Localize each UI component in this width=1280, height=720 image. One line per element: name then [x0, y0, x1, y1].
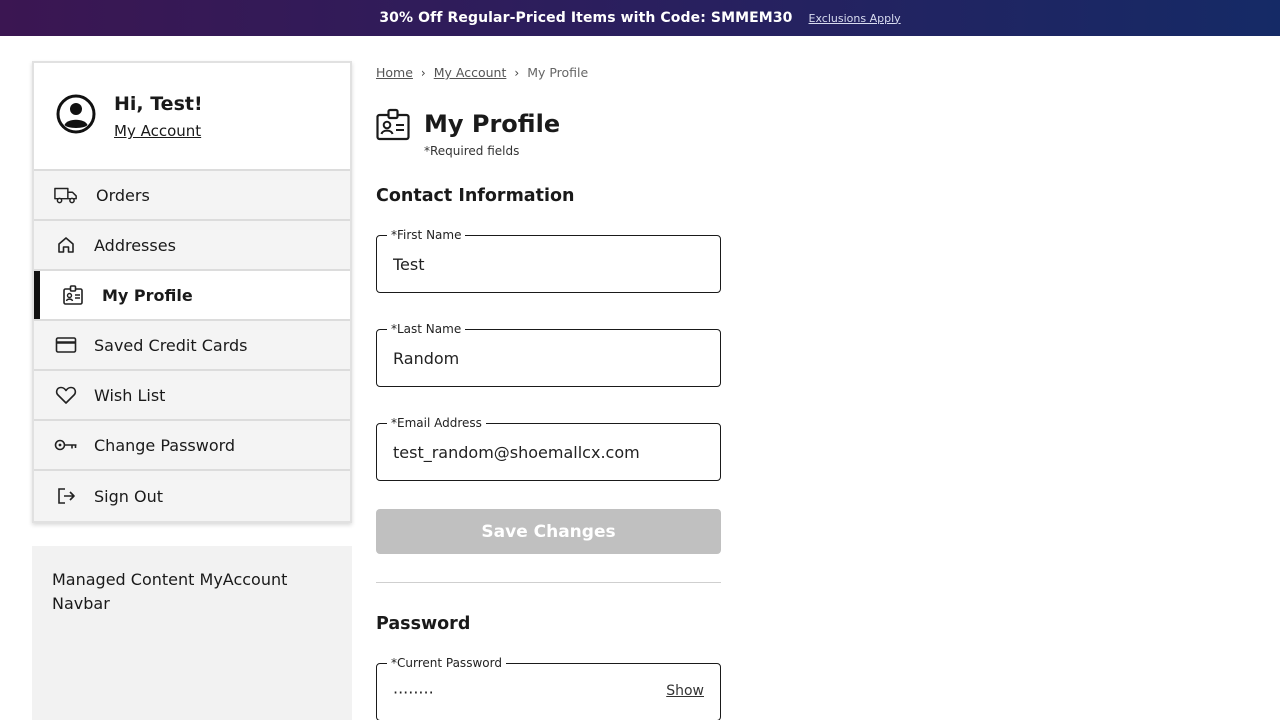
- sidebar-item-sign-out[interactable]: Sign Out: [34, 471, 350, 521]
- sidebar-item-wish-list[interactable]: Wish List: [34, 371, 350, 421]
- my-account-link[interactable]: My Account: [114, 122, 201, 140]
- sign-out-icon: [54, 484, 78, 508]
- home-icon: [54, 233, 78, 257]
- greeting-panel: Hi, Test! My Account: [34, 63, 350, 171]
- chevron-right-icon: ›: [514, 65, 520, 80]
- sidebar-item-orders[interactable]: Orders: [34, 171, 350, 221]
- user-avatar-icon: [56, 94, 96, 134]
- contact-information-heading: Contact Information: [376, 186, 575, 206]
- sidebar-item-change-password[interactable]: Change Password: [34, 421, 350, 471]
- sidebar-item-saved-credit-cards[interactable]: Saved Credit Cards: [34, 321, 350, 371]
- sidebar-item-label: Change Password: [94, 435, 236, 455]
- page-title: My Profile: [424, 110, 561, 138]
- section-divider: [376, 582, 721, 583]
- sidebar-item-label: Wish List: [94, 385, 166, 405]
- sidebar-item-label: Sign Out: [94, 486, 163, 506]
- account-sidebar: Hi, Test! My Account Orders Addresses My…: [32, 61, 352, 523]
- current-password-field: *Current Password Show: [376, 656, 721, 720]
- sidebar-item-label: Addresses: [94, 235, 176, 255]
- breadcrumb-home-link[interactable]: Home: [376, 65, 413, 80]
- last-name-field: *Last Name: [376, 322, 721, 387]
- promo-text: 30% Off Regular-Priced Items with Code: …: [379, 10, 793, 26]
- current-password-input[interactable]: [393, 664, 643, 720]
- sidebar-item-addresses[interactable]: Addresses: [34, 221, 350, 271]
- first-name-field: *First Name: [376, 228, 721, 293]
- credit-card-icon: [54, 333, 78, 357]
- save-changes-button[interactable]: Save Changes: [376, 509, 721, 554]
- breadcrumb-current: My Profile: [527, 65, 589, 80]
- sidebar-item-label: Orders: [96, 185, 150, 205]
- show-password-link[interactable]: Show: [666, 683, 704, 699]
- breadcrumb: Home › My Account › My Profile: [376, 65, 588, 80]
- id-card-icon: [61, 283, 85, 307]
- breadcrumb-my-account-link[interactable]: My Account: [434, 65, 507, 80]
- managed-content-block: Managed Content MyAccount Navbar: [32, 546, 352, 720]
- email-input[interactable]: [393, 424, 693, 480]
- key-icon: [54, 433, 78, 457]
- last-name-input[interactable]: [393, 330, 693, 386]
- exclusions-link[interactable]: Exclusions Apply: [809, 12, 901, 25]
- sidebar-item-label: Saved Credit Cards: [94, 335, 248, 355]
- id-card-icon: [376, 108, 410, 141]
- sidebar-item-label: My Profile: [102, 285, 193, 305]
- promo-banner: 30% Off Regular-Priced Items with Code: …: [0, 0, 1280, 36]
- truck-icon: [54, 183, 78, 207]
- password-heading: Password: [376, 614, 471, 634]
- heart-icon: [54, 383, 78, 407]
- first-name-input[interactable]: [393, 236, 693, 292]
- sidebar-item-my-profile[interactable]: My Profile: [34, 271, 350, 321]
- greeting-text: Hi, Test!: [114, 93, 203, 115]
- required-fields-note: *Required fields: [424, 144, 520, 158]
- chevron-right-icon: ›: [420, 65, 426, 80]
- email-field: *Email Address: [376, 416, 721, 481]
